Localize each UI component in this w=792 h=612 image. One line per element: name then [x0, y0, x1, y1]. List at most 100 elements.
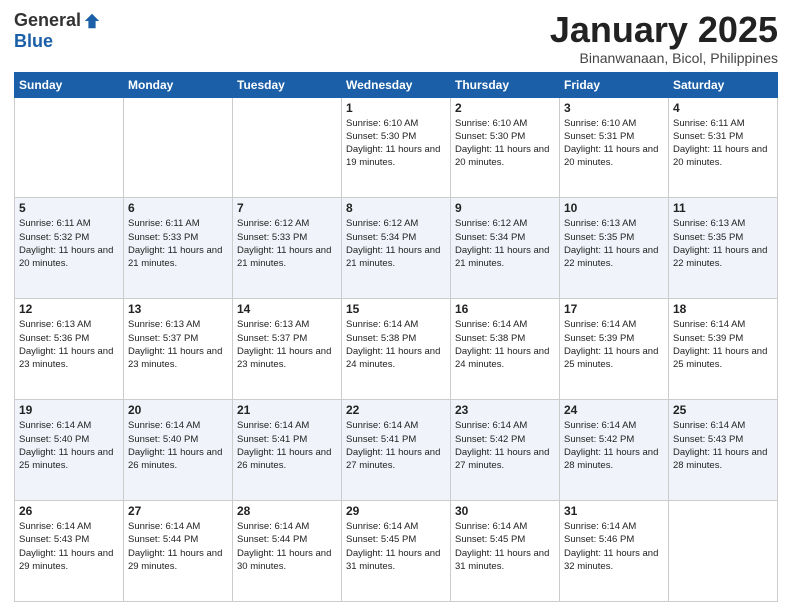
day-info: Sunrise: 6:14 AMSunset: 5:45 PMDaylight:…	[455, 520, 555, 573]
location: Binanwanaan, Bicol, Philippines	[550, 50, 778, 66]
day-info: Sunrise: 6:11 AMSunset: 5:33 PMDaylight:…	[128, 217, 228, 270]
day-number: 22	[346, 403, 446, 417]
calendar-cell: 1 Sunrise: 6:10 AMSunset: 5:30 PMDaylight…	[342, 97, 451, 198]
day-number: 13	[128, 302, 228, 316]
calendar-cell: 21Sunrise: 6:14 AMSunset: 5:41 PMDayligh…	[233, 400, 342, 501]
calendar-day-header: Friday	[560, 72, 669, 97]
day-info: Sunrise: 6:14 AMSunset: 5:38 PMDaylight:…	[346, 318, 446, 371]
calendar-cell	[15, 97, 124, 198]
calendar-day-header: Saturday	[669, 72, 778, 97]
calendar-body: 1 Sunrise: 6:10 AMSunset: 5:30 PMDaylight…	[15, 97, 778, 601]
calendar-cell: 19 Sunrise: 6:14 AMSunset: 5:40 PMDayligh…	[15, 400, 124, 501]
day-number: 30	[455, 504, 555, 518]
calendar-cell: 18 Sunrise: 6:14 AMSunset: 5:39 PMDayligh…	[669, 299, 778, 400]
calendar-header-row: SundayMondayTuesdayWednesdayThursdayFrid…	[15, 72, 778, 97]
day-number: 19	[19, 403, 119, 417]
calendar-cell	[669, 501, 778, 602]
calendar-cell: 4 Sunrise: 6:11 AMSunset: 5:31 PMDaylight…	[669, 97, 778, 198]
calendar-cell: 15Sunrise: 6:14 AMSunset: 5:38 PMDayligh…	[342, 299, 451, 400]
calendar-cell: 17Sunrise: 6:14 AMSunset: 5:39 PMDayligh…	[560, 299, 669, 400]
day-number: 6	[128, 201, 228, 215]
day-info: Sunrise: 6:12 AMSunset: 5:34 PMDaylight:…	[455, 217, 555, 270]
day-number: 28	[237, 504, 337, 518]
calendar-cell: 22 Sunrise: 6:14 AMSunset: 5:41 PMDayligh…	[342, 400, 451, 501]
day-info: Sunrise: 6:13 AMSunset: 5:37 PMDaylight:…	[128, 318, 228, 371]
day-number: 14	[237, 302, 337, 316]
calendar-cell: 14 Sunrise: 6:13 AMSunset: 5:37 PMDayligh…	[233, 299, 342, 400]
calendar-cell: 26 Sunrise: 6:14 AMSunset: 5:43 PMDayligh…	[15, 501, 124, 602]
day-info: Sunrise: 6:12 AMSunset: 5:33 PMDaylight:…	[237, 217, 337, 270]
page: General Blue January 2025 Binanwanaan, B…	[0, 0, 792, 612]
logo-general-text: General	[14, 10, 81, 31]
calendar-cell: 8 Sunrise: 6:12 AMSunset: 5:34 PMDaylight…	[342, 198, 451, 299]
day-number: 2	[455, 101, 555, 115]
day-number: 26	[19, 504, 119, 518]
day-number: 10	[564, 201, 664, 215]
calendar-cell: 16 Sunrise: 6:14 AMSunset: 5:38 PMDayligh…	[451, 299, 560, 400]
calendar-day-header: Tuesday	[233, 72, 342, 97]
day-number: 1	[346, 101, 446, 115]
day-number: 25	[673, 403, 773, 417]
calendar-cell: 13 Sunrise: 6:13 AMSunset: 5:37 PMDayligh…	[124, 299, 233, 400]
day-info: Sunrise: 6:12 AMSunset: 5:34 PMDaylight:…	[346, 217, 446, 270]
calendar-cell	[124, 97, 233, 198]
day-info: Sunrise: 6:14 AMSunset: 5:46 PMDaylight:…	[564, 520, 664, 573]
day-info: Sunrise: 6:14 AMSunset: 5:43 PMDaylight:…	[19, 520, 119, 573]
day-number: 24	[564, 403, 664, 417]
title-block: January 2025 Binanwanaan, Bicol, Philipp…	[550, 10, 778, 66]
day-number: 11	[673, 201, 773, 215]
day-info: Sunrise: 6:14 AMSunset: 5:39 PMDaylight:…	[564, 318, 664, 371]
month-title: January 2025	[550, 10, 778, 50]
day-info: Sunrise: 6:14 AMSunset: 5:40 PMDaylight:…	[19, 419, 119, 472]
day-number: 7	[237, 201, 337, 215]
day-number: 29	[346, 504, 446, 518]
calendar-cell: 28 Sunrise: 6:14 AMSunset: 5:44 PMDayligh…	[233, 501, 342, 602]
day-info: Sunrise: 6:10 AMSunset: 5:31 PMDaylight:…	[564, 117, 664, 170]
logo-blue-text: Blue	[14, 31, 53, 52]
day-info: Sunrise: 6:13 AMSunset: 5:36 PMDaylight:…	[19, 318, 119, 371]
day-info: Sunrise: 6:14 AMSunset: 5:44 PMDaylight:…	[128, 520, 228, 573]
day-info: Sunrise: 6:13 AMSunset: 5:35 PMDaylight:…	[564, 217, 664, 270]
day-info: Sunrise: 6:13 AMSunset: 5:35 PMDaylight:…	[673, 217, 773, 270]
calendar-week-row: 5Sunrise: 6:11 AMSunset: 5:32 PMDaylight…	[15, 198, 778, 299]
header: General Blue January 2025 Binanwanaan, B…	[14, 10, 778, 66]
calendar-cell: 12Sunrise: 6:13 AMSunset: 5:36 PMDayligh…	[15, 299, 124, 400]
calendar-cell: 30 Sunrise: 6:14 AMSunset: 5:45 PMDayligh…	[451, 501, 560, 602]
day-number: 3	[564, 101, 664, 115]
day-info: Sunrise: 6:14 AMSunset: 5:39 PMDaylight:…	[673, 318, 773, 371]
calendar-cell	[233, 97, 342, 198]
calendar-cell: 20 Sunrise: 6:14 AMSunset: 5:40 PMDayligh…	[124, 400, 233, 501]
day-number: 4	[673, 101, 773, 115]
day-info: Sunrise: 6:10 AMSunset: 5:30 PMDaylight:…	[346, 117, 446, 170]
day-info: Sunrise: 6:14 AMSunset: 5:44 PMDaylight:…	[237, 520, 337, 573]
day-number: 18	[673, 302, 773, 316]
logo: General Blue	[14, 10, 101, 52]
day-number: 20	[128, 403, 228, 417]
calendar-week-row: 12Sunrise: 6:13 AMSunset: 5:36 PMDayligh…	[15, 299, 778, 400]
day-info: Sunrise: 6:14 AMSunset: 5:41 PMDaylight:…	[346, 419, 446, 472]
day-info: Sunrise: 6:11 AMSunset: 5:31 PMDaylight:…	[673, 117, 773, 170]
logo-icon	[83, 12, 101, 30]
day-info: Sunrise: 6:10 AMSunset: 5:30 PMDaylight:…	[455, 117, 555, 170]
calendar-cell: 9 Sunrise: 6:12 AMSunset: 5:34 PMDaylight…	[451, 198, 560, 299]
day-number: 16	[455, 302, 555, 316]
day-info: Sunrise: 6:14 AMSunset: 5:43 PMDaylight:…	[673, 419, 773, 472]
calendar-cell: 11 Sunrise: 6:13 AMSunset: 5:35 PMDayligh…	[669, 198, 778, 299]
calendar-cell: 31Sunrise: 6:14 AMSunset: 5:46 PMDayligh…	[560, 501, 669, 602]
calendar-cell: 6 Sunrise: 6:11 AMSunset: 5:33 PMDaylight…	[124, 198, 233, 299]
calendar-day-header: Wednesday	[342, 72, 451, 97]
day-info: Sunrise: 6:14 AMSunset: 5:42 PMDaylight:…	[455, 419, 555, 472]
day-number: 21	[237, 403, 337, 417]
day-info: Sunrise: 6:14 AMSunset: 5:40 PMDaylight:…	[128, 419, 228, 472]
day-info: Sunrise: 6:14 AMSunset: 5:38 PMDaylight:…	[455, 318, 555, 371]
calendar-cell: 24Sunrise: 6:14 AMSunset: 5:42 PMDayligh…	[560, 400, 669, 501]
day-number: 8	[346, 201, 446, 215]
day-number: 23	[455, 403, 555, 417]
calendar-cell: 23 Sunrise: 6:14 AMSunset: 5:42 PMDayligh…	[451, 400, 560, 501]
day-number: 9	[455, 201, 555, 215]
day-number: 27	[128, 504, 228, 518]
day-info: Sunrise: 6:13 AMSunset: 5:37 PMDaylight:…	[237, 318, 337, 371]
calendar-cell: 2 Sunrise: 6:10 AMSunset: 5:30 PMDaylight…	[451, 97, 560, 198]
calendar-week-row: 1 Sunrise: 6:10 AMSunset: 5:30 PMDaylight…	[15, 97, 778, 198]
calendar-cell: 10 Sunrise: 6:13 AMSunset: 5:35 PMDayligh…	[560, 198, 669, 299]
